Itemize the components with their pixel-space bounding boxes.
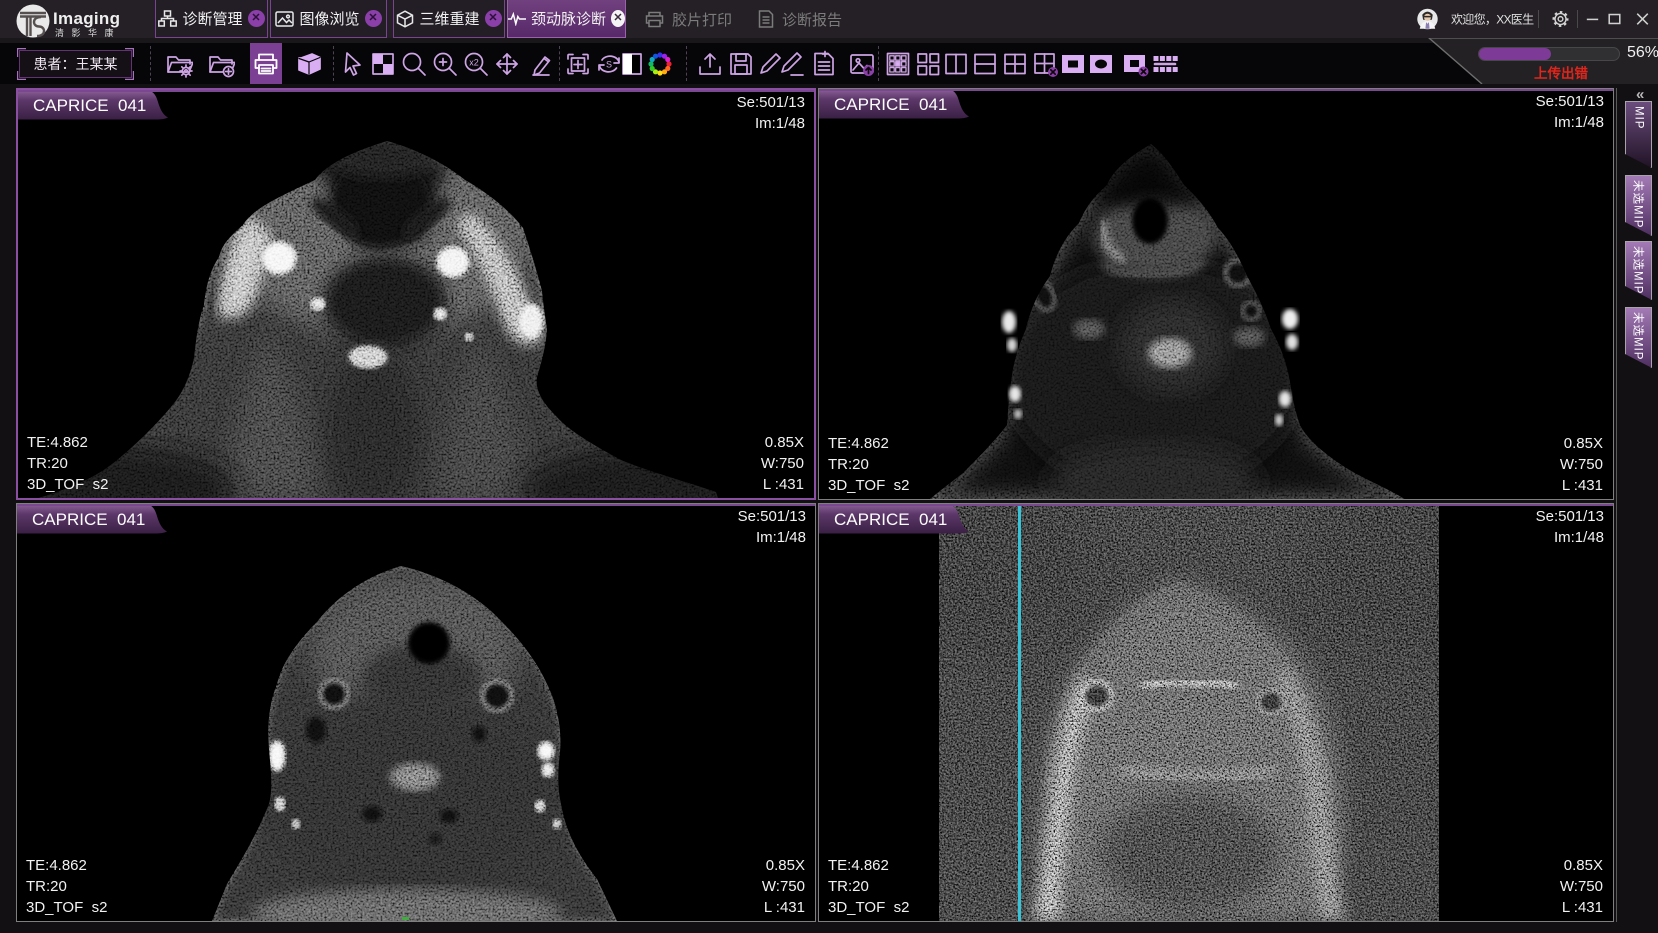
svg-text:S: S (606, 60, 612, 70)
svg-text:x2: x2 (469, 58, 479, 68)
